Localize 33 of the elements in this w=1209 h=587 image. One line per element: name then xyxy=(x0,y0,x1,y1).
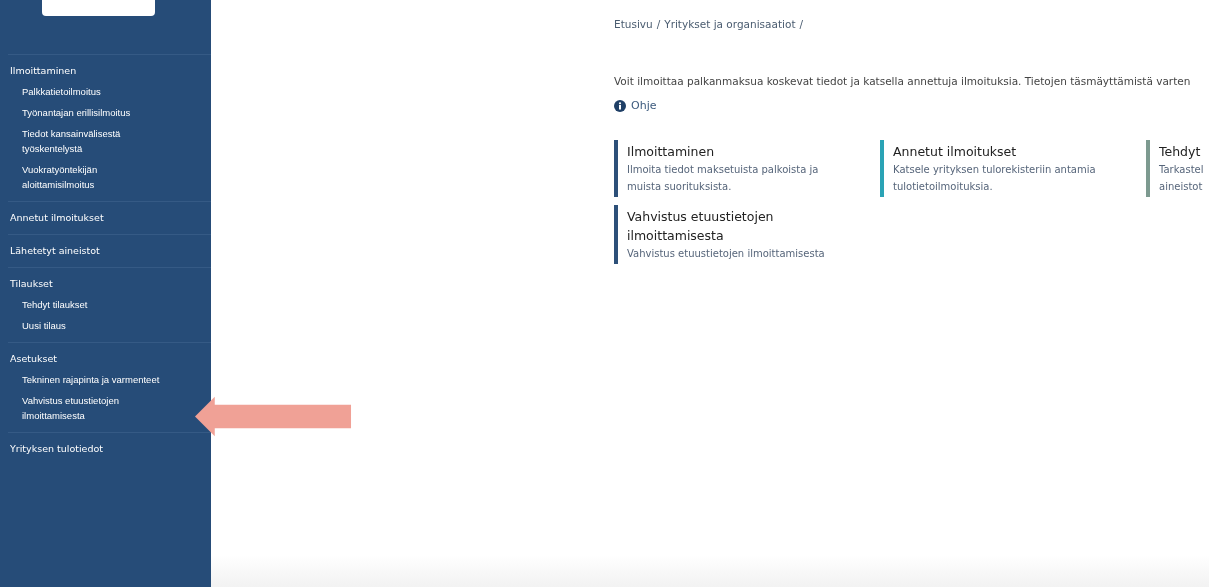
sidebar-subitem[interactable]: Tehdyt tilaukset xyxy=(20,297,88,312)
sidebar-subitem[interactable]: Tekninen rajapinta ja varmenteet xyxy=(20,372,160,387)
help-link[interactable]: Ohje xyxy=(614,99,657,112)
card-description: Katsele yrityksen tulorekisteriin antamia tulotietoilmoituksia. xyxy=(893,162,1097,194)
sidebar-subitem[interactable]: Työnantajan erillisilmoitus xyxy=(20,105,131,120)
intro-text: Voit ilmoittaa palkanmaksua koskevat tiedot ja katsella annettuja ilmoituksia. Tietojen täsmäyttämistä varten xyxy=(614,75,1192,87)
sidebar-item[interactable]: Tilaukset xyxy=(8,276,53,291)
card-description: Ilmoita tiedot maksetuista palkoista ja muista suorituksista. xyxy=(627,162,820,194)
link-card[interactable]: Annetut ilmoitukset Katsele yrityksen tulorekisteriin antamia tulotietoilmoituksia. xyxy=(880,139,1146,197)
link-card[interactable]: Ilmoittaminen Ilmoita tiedot maksetuista palkoista ja muista suorituksista. xyxy=(614,139,880,197)
breadcrumb-separator: / xyxy=(656,18,661,30)
sidebar-item[interactable]: Asetukset xyxy=(8,351,58,366)
card-description: Vahvistus etuustietojen ilmoittamisesta xyxy=(627,246,826,261)
card-title: Ilmoittaminen xyxy=(627,142,716,161)
breadcrumb-link[interactable]: Etusivu xyxy=(614,18,653,30)
sidebar-subitem[interactable]: Vahvistus etuustietojen ilmoittamisesta xyxy=(20,393,172,423)
breadcrumb-link[interactable]: Yritykset ja organisaatiot xyxy=(664,18,796,30)
card-title: Vahvistus etuustietojen ilmoittamisesta xyxy=(627,207,775,245)
sidebar-subitem[interactable]: Palkkatietoilmoitus xyxy=(20,84,101,99)
sidebar-subitem[interactable]: Uusi tilaus xyxy=(20,318,66,333)
sidebar-item[interactable]: Lähetetyt aineistot xyxy=(8,243,100,258)
card-description: Tarkastel aineistot xyxy=(1159,162,1205,194)
sidebar-item[interactable]: Ilmoittaminen xyxy=(8,63,77,78)
sidebar-subitem[interactable]: Tiedot kansainvälisestä työskentelystä xyxy=(20,126,172,156)
card-title: Annetut ilmoitukset xyxy=(893,142,1018,161)
link-card[interactable]: Vahvistus etuustietojen ilmoittamisesta Vahvistus etuustietojen ilmoittamisesta xyxy=(614,204,880,264)
sidebar-subitem[interactable]: Vuokratyöntekijän aloittamisilmoitus xyxy=(20,162,172,192)
sidebar-item[interactable]: Yrityksen tulotiedot xyxy=(8,441,103,456)
card-title: Tehdyt xyxy=(1159,142,1202,161)
sidebar-item[interactable]: Annetut ilmoitukset xyxy=(8,210,104,225)
info-icon xyxy=(614,99,626,112)
link-card[interactable]: Tehdyt Tarkastel aineistot xyxy=(1146,139,1208,197)
breadcrumb-separator: / xyxy=(799,18,804,30)
